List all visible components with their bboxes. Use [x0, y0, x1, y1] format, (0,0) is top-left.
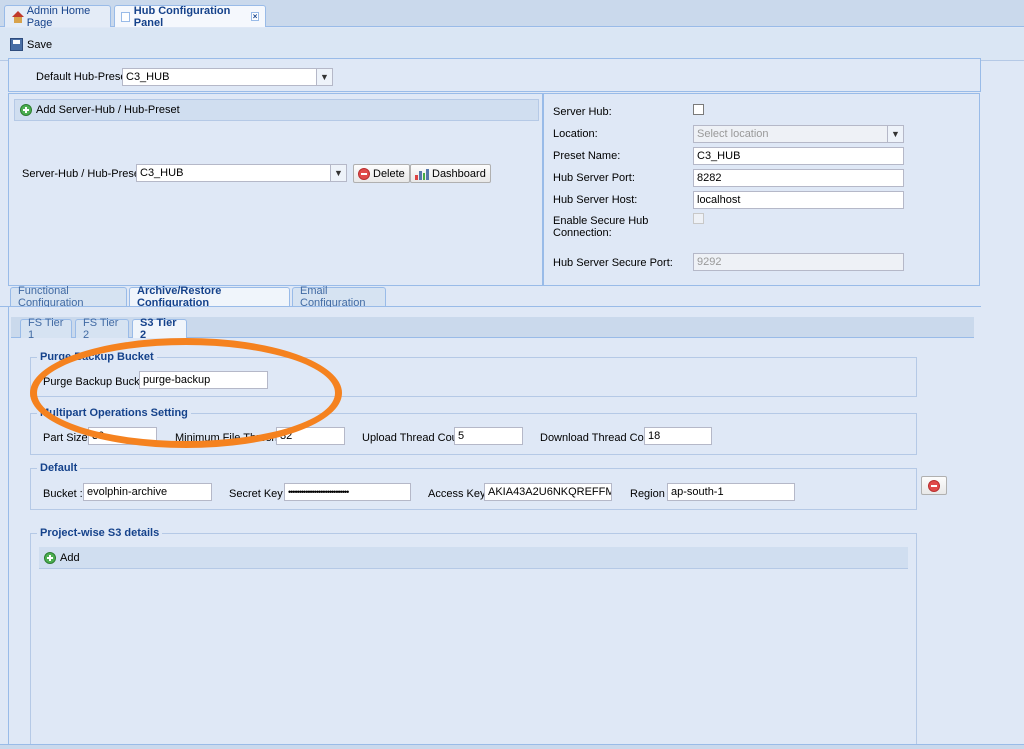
page-icon — [121, 11, 130, 22]
add-icon — [20, 104, 32, 116]
server-hub-checkbox[interactable] — [693, 104, 704, 115]
delete-button[interactable]: Delete — [353, 164, 410, 183]
bottom-border — [0, 744, 1024, 749]
save-disk-icon — [10, 38, 23, 51]
chevron-down-icon[interactable]: ▼ — [887, 126, 903, 142]
dashboard-button[interactable]: Dashboard — [410, 164, 491, 183]
access-key-label: Access Key : — [428, 488, 492, 500]
secure-port-label: Hub Server Secure Port: — [553, 257, 673, 269]
save-button[interactable]: Save — [10, 38, 52, 51]
add-icon — [44, 551, 56, 564]
location-label: Location: — [553, 128, 598, 140]
access-key-input[interactable]: AKIA43A2U6NKQREFFME4 — [484, 483, 612, 501]
tab-s3-tier-2[interactable]: S3 Tier 2 — [132, 317, 187, 341]
download-thread-input[interactable]: 18 — [644, 427, 712, 445]
tab-hub-configuration-label: Hub Configuration Panel — [133, 4, 231, 29]
upload-thread-label: Upload Thread Count — [362, 432, 467, 444]
default-preset-label: Default Hub-Preset : — [36, 71, 136, 83]
default-preset-select[interactable]: C3_HUB ▼ — [122, 68, 333, 86]
tab-fs-tier-1[interactable]: FS Tier 1 — [20, 317, 72, 341]
chevron-down-icon[interactable]: ▼ — [316, 69, 332, 85]
hub-server-port-input[interactable]: 8282 — [693, 169, 904, 187]
hub-server-host-label: Hub Server Host: — [553, 194, 638, 206]
remove-default-button[interactable] — [921, 476, 947, 495]
tab-email-configuration[interactable]: Email Configuration — [292, 285, 386, 309]
project-s3-add-label: Add — [60, 551, 80, 564]
server-hub-preset-label: Server-Hub / Hub-Preset : — [22, 168, 150, 180]
tab-fs-tier-2[interactable]: FS Tier 2 — [75, 317, 129, 341]
server-hub-preset-select[interactable]: C3_HUB ▼ — [136, 164, 347, 182]
server-hub-label: Server Hub: — [553, 106, 612, 118]
region-input[interactable]: ap-south-1 — [667, 483, 795, 501]
default-preset-panel: Default Hub-Preset : C3_HUB ▼ — [8, 58, 981, 92]
default-preset-value: C3_HUB — [126, 71, 170, 83]
project-s3-legend: Project-wise S3 details — [37, 527, 163, 539]
tab-admin-home[interactable]: Admin Home Page — [4, 4, 111, 29]
secret-key-input[interactable]: •••••••••••••••••••••••••••• — [284, 483, 411, 501]
server-hub-panel: Add Server-Hub / Hub-Preset Server-Hub /… — [8, 93, 543, 286]
chevron-down-icon[interactable]: ▼ — [330, 165, 346, 181]
default-legend: Default — [37, 462, 81, 474]
secure-connection-label-2: Connection: — [553, 227, 612, 239]
tab-admin-home-label: Admin Home Page — [26, 4, 91, 29]
highlight-ellipse — [30, 338, 342, 448]
bar-chart-icon — [415, 168, 429, 180]
delete-icon — [358, 167, 370, 180]
bucket-label: Bucket : — [43, 488, 83, 500]
upload-thread-input[interactable]: 5 — [454, 427, 523, 445]
toolbar: Save — [0, 28, 1024, 61]
add-server-hub-button[interactable]: Add Server-Hub / Hub-Preset — [14, 99, 539, 121]
secure-connection-label-1: Enable Secure Hub — [553, 215, 649, 227]
hub-server-port-label: Hub Server Port: — [553, 172, 635, 184]
preset-name-input[interactable]: C3_HUB — [693, 147, 904, 165]
bucket-input[interactable]: evolphin-archive — [83, 483, 212, 501]
preset-name-label: Preset Name: — [553, 150, 621, 162]
dashboard-label: Dashboard — [432, 167, 486, 180]
location-select[interactable]: Select location ▼ — [693, 125, 904, 143]
project-s3-add-button[interactable]: Add — [39, 547, 908, 569]
hub-server-host-input[interactable]: localhost — [693, 191, 904, 209]
delete-label: Delete — [373, 167, 405, 180]
region-label: Region : — [630, 488, 671, 500]
tab-archive-restore-configuration[interactable]: Archive/Restore Configuration — [129, 285, 290, 309]
home-icon — [11, 10, 24, 23]
location-placeholder: Select location — [697, 128, 769, 140]
save-label: Save — [27, 38, 53, 51]
secure-connection-checkbox[interactable] — [693, 213, 704, 224]
hub-details-panel: Server Hub: Location: Select location ▼ … — [543, 93, 980, 286]
remove-icon — [928, 479, 940, 492]
close-icon[interactable]: × — [251, 12, 259, 21]
download-thread-label: Download Thread Count — [540, 432, 660, 444]
tab-functional-configuration[interactable]: Functional Configuration — [10, 285, 127, 309]
server-hub-preset-value: C3_HUB — [140, 167, 184, 179]
secure-port-input[interactable]: 9292 — [693, 253, 904, 271]
secret-key-label: Secret Key : — [229, 488, 289, 500]
tab-hub-configuration[interactable]: Hub Configuration Panel × — [114, 4, 266, 29]
add-server-hub-label: Add Server-Hub / Hub-Preset — [36, 104, 180, 116]
